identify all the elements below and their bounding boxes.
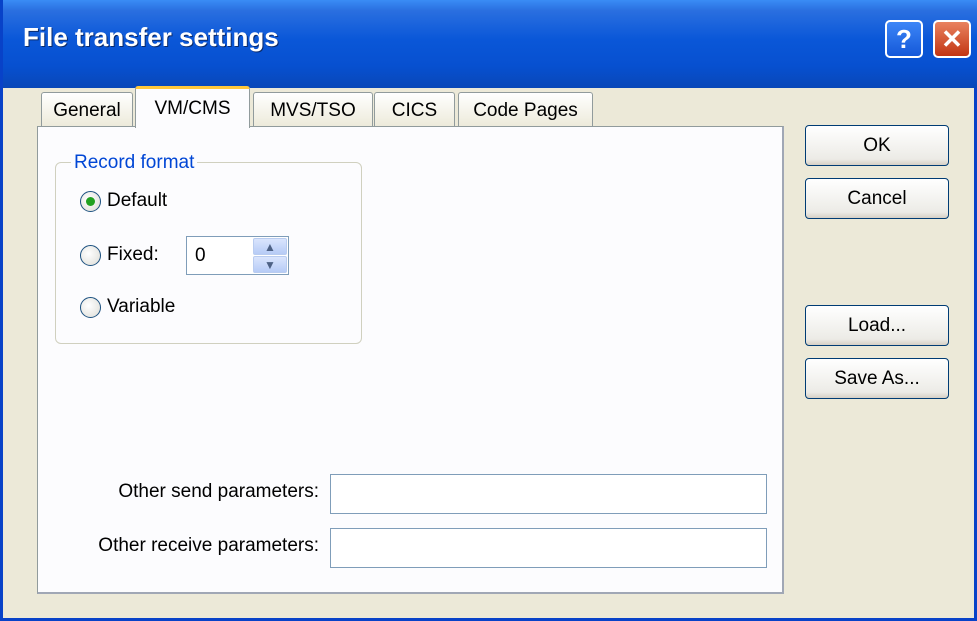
arrow-down-icon: ▼	[264, 257, 276, 272]
tab-vm-cms[interactable]: VM/CMS	[135, 86, 250, 128]
title-bar[interactable]: File transfer settings ? ✕	[3, 0, 977, 88]
fixed-length-spinner[interactable]: ▲ ▼	[253, 238, 287, 273]
receive-parameters-label: Other receive parameters:	[98, 535, 319, 556]
receive-parameters-input[interactable]	[330, 528, 767, 568]
tab-mvs-tso[interactable]: MVS/TSO	[253, 92, 373, 128]
fixed-radio-label[interactable]: Fixed:	[107, 244, 159, 266]
window-title: File transfer settings	[23, 22, 279, 52]
tab-cics[interactable]: CICS	[374, 92, 455, 128]
help-button[interactable]: ?	[885, 20, 923, 58]
tab-general[interactable]: General	[41, 92, 133, 128]
close-button[interactable]: ✕	[933, 20, 971, 58]
default-radio-label[interactable]: Default	[107, 190, 167, 212]
tab-code-pages[interactable]: Code Pages	[458, 92, 593, 128]
spin-up-button[interactable]: ▲	[253, 238, 287, 255]
selected-dot-icon	[86, 197, 95, 206]
ok-button[interactable]: OK	[805, 125, 949, 166]
save-as-button[interactable]: Save As...	[805, 358, 949, 399]
dialog-window: File transfer settings ? ✕ General VM/CM…	[0, 0, 977, 621]
spin-down-button[interactable]: ▼	[253, 256, 287, 273]
default-radio[interactable]	[80, 191, 101, 212]
record-format-legend: Record format	[71, 152, 198, 174]
send-parameters-label: Other send parameters:	[118, 481, 319, 502]
fixed-radio[interactable]	[80, 245, 101, 266]
variable-radio-label[interactable]: Variable	[107, 296, 175, 318]
arrow-up-icon: ▲	[264, 239, 276, 254]
load-button[interactable]: Load...	[805, 305, 949, 346]
send-parameters-input[interactable]	[330, 474, 767, 514]
cancel-button[interactable]: Cancel	[805, 178, 949, 219]
variable-radio[interactable]	[80, 297, 101, 318]
